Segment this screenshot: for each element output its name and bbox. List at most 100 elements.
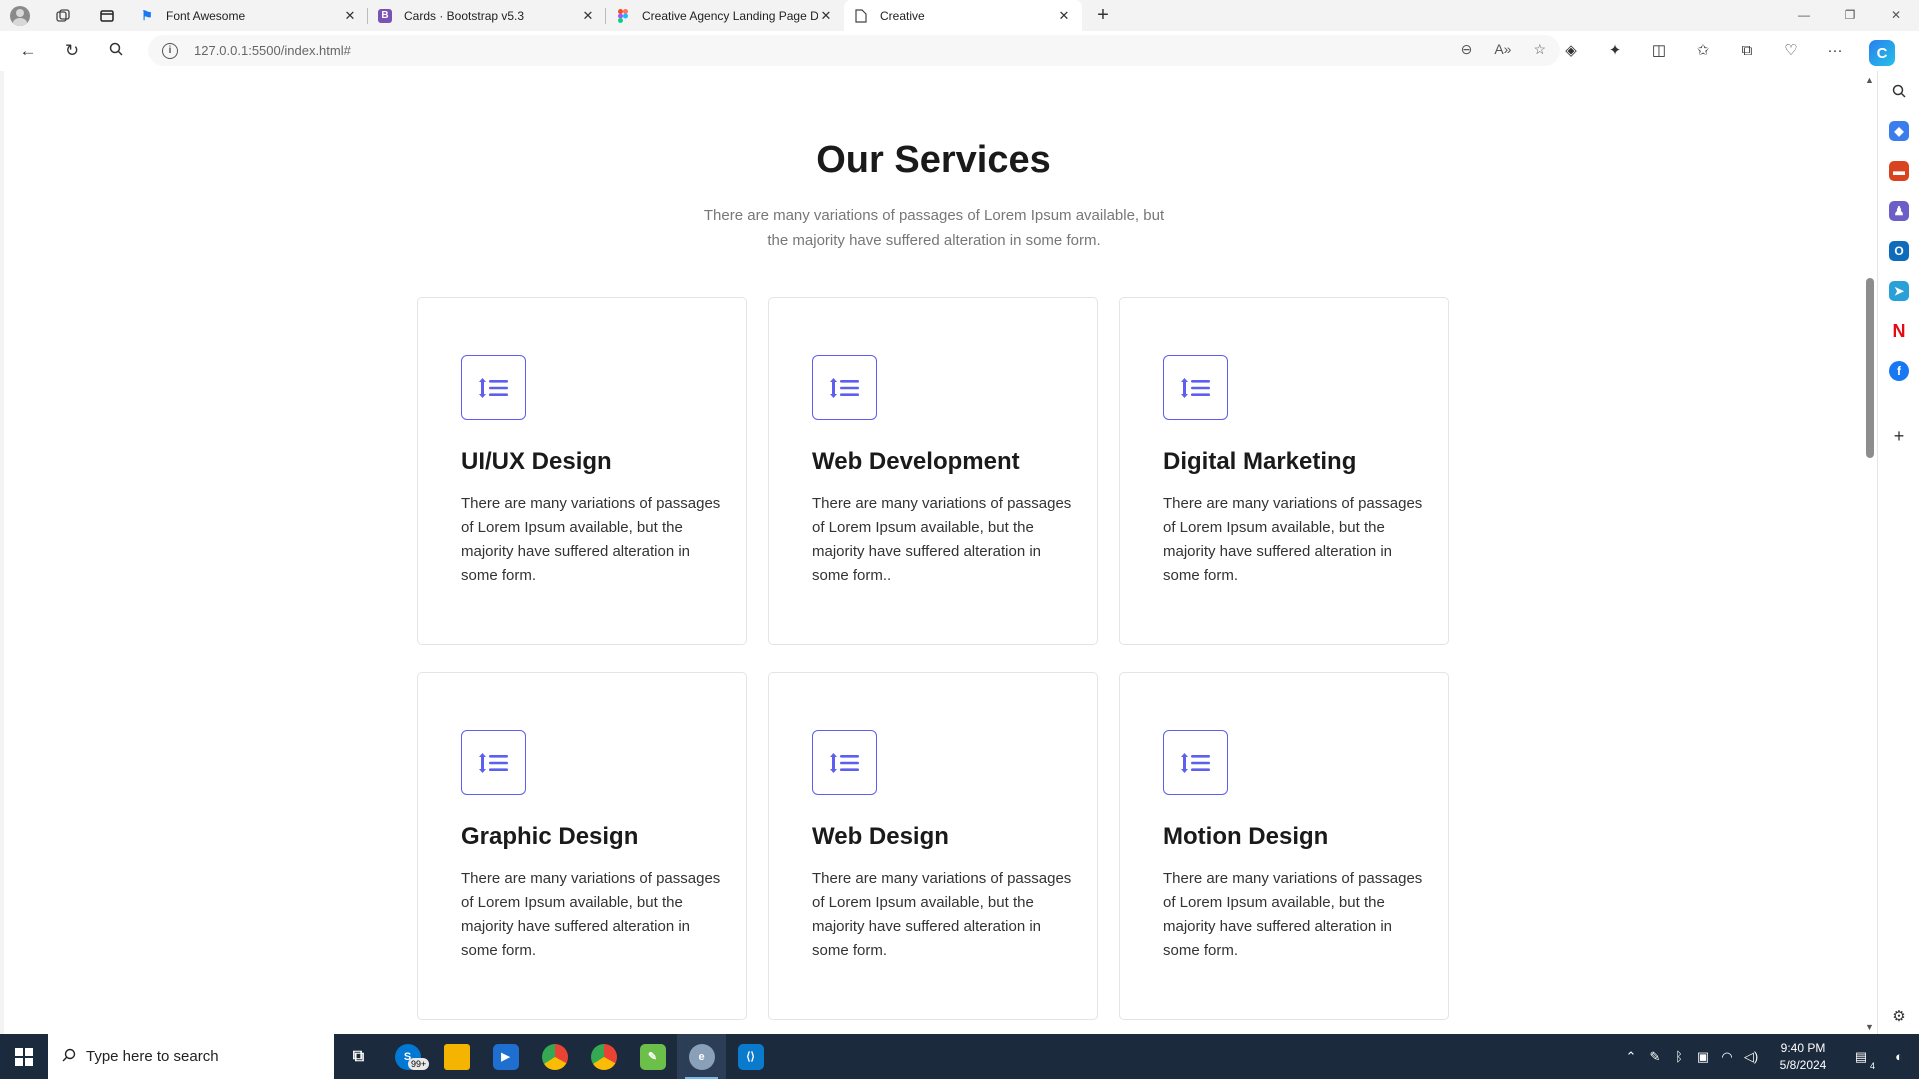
service-description: There are many variations of passages of… (1163, 870, 1423, 959)
vscode-icon[interactable]: ⟨⟩ (726, 1034, 775, 1079)
scroll-down-icon[interactable]: ▼ (1865, 1022, 1874, 1032)
tab-label: Cards · Bootstrap v5.3 (404, 8, 525, 23)
sidebar-add-icon[interactable]: + (1889, 426, 1909, 446)
search-icon[interactable] (94, 41, 138, 61)
tab-creative[interactable]: Creative ✕ (844, 0, 1082, 31)
sidebar-games-icon[interactable]: ♟ (1889, 201, 1909, 221)
search-placeholder: Type here to search (86, 1048, 219, 1065)
tab-label: Creative (880, 8, 925, 23)
sidebar-tools-icon[interactable]: ▬ (1889, 161, 1909, 181)
media-player-icon[interactable]: ▶ (481, 1034, 530, 1079)
close-tab-icon[interactable]: ✕ (818, 8, 834, 24)
bluetooth-icon[interactable]: ᛒ (1667, 1049, 1691, 1064)
sidebar-outlook-icon[interactable]: O (1889, 241, 1909, 261)
service-title: Web Design (812, 823, 949, 850)
sidebar-facebook-icon[interactable]: f (1889, 361, 1909, 381)
sidebar-netflix-icon[interactable]: N (1889, 321, 1909, 341)
favorite-star-icon[interactable]: ☆ (1533, 41, 1546, 58)
zoom-out-icon[interactable]: ⊖ (1461, 41, 1473, 58)
notification-count: 4 (1869, 1060, 1875, 1071)
service-description: There are many variations of passages of… (812, 870, 1072, 959)
split-screen-icon[interactable]: ◫ (1649, 40, 1669, 60)
back-icon[interactable]: ← (6, 41, 50, 61)
bootstrap-favicon-icon: B (378, 8, 392, 23)
close-tab-icon[interactable]: ✕ (342, 8, 358, 24)
browser-essentials-icon[interactable]: ♡ (1781, 40, 1801, 60)
collections-icon[interactable]: ⧉ (1737, 40, 1757, 60)
page-scrollbar[interactable]: ▲ ▼ (1863, 71, 1877, 1034)
list-sort-icon (1163, 730, 1228, 795)
minimize-icon[interactable]: — (1781, 0, 1827, 31)
url-bar[interactable]: i 127.0.0.1:5500/index.html# ⊖ A» ☆ (148, 35, 1560, 66)
notification-badge: 99+ (408, 1058, 430, 1070)
notifications-icon[interactable]: ▤ 4 (1843, 1049, 1879, 1071)
windows-taskbar: Type here to search ⧉ S 99+ ▶ ✎ e ⟨⟩ ⌃ ✎… (0, 1034, 1919, 1079)
list-sort-icon (812, 355, 877, 420)
sidebar-telegram-icon[interactable]: ➤ (1889, 281, 1909, 301)
service-card: Web Design There are many variations of … (768, 672, 1098, 1020)
start-button[interactable] (0, 1047, 48, 1066)
chrome-icon[interactable] (530, 1034, 579, 1079)
sidebar-settings-icon[interactable]: ⚙ (1889, 1006, 1909, 1026)
workspaces-icon[interactable] (52, 5, 74, 27)
figma-favicon-icon (616, 8, 630, 23)
copilot-icon[interactable]: C (1869, 40, 1895, 66)
task-view-icon[interactable]: ⧉ (334, 1034, 383, 1079)
chrome-profile-icon[interactable] (579, 1034, 628, 1079)
clock[interactable]: 9:40 PM 5/8/2024 (1763, 1040, 1843, 1074)
tab-bootstrap-cards[interactable]: B Cards · Bootstrap v5.3 ✕ (368, 0, 606, 31)
restore-icon[interactable]: ❐ (1827, 0, 1873, 31)
service-card: UI/UX Design There are many variations o… (417, 297, 747, 645)
sidebar-shopping-icon[interactable]: ◆ (1889, 121, 1909, 141)
page-viewport: Our Services There are many variations o… (4, 71, 1863, 1034)
meet-now-icon[interactable]: ▣ (1691, 1049, 1715, 1065)
edge-sidebar: ◆ ▬ ♟ O ➤ N f + ⚙ (1877, 71, 1919, 1034)
close-window-icon[interactable]: ✕ (1873, 0, 1919, 31)
copilot-taskbar-icon[interactable]: ◐ (1879, 1049, 1919, 1064)
list-sort-icon (461, 730, 526, 795)
tab-figma-landing[interactable]: Creative Agency Landing Page De ✕ (606, 0, 844, 31)
read-aloud-icon[interactable]: A» (1494, 41, 1511, 58)
service-description: There are many variations of passages of… (461, 495, 721, 584)
service-description: There are many variations of passages of… (1163, 495, 1423, 584)
new-tab-button[interactable]: + (1088, 4, 1118, 27)
service-description: There are many variations of passages of… (461, 870, 721, 959)
service-card: Digital Marketing There are many variati… (1119, 297, 1449, 645)
edge-icon[interactable]: e (677, 1034, 726, 1079)
service-card: Web Development There are many variation… (768, 297, 1098, 645)
list-sort-icon (1163, 355, 1228, 420)
site-info-icon[interactable]: i (162, 42, 178, 59)
scroll-up-icon[interactable]: ▲ (1865, 75, 1874, 85)
scroll-thumb[interactable] (1866, 278, 1874, 458)
service-title: UI/UX Design (461, 448, 612, 475)
volume-icon[interactable]: ◁) (1739, 1049, 1763, 1065)
clock-time: 9:40 PM (1780, 1040, 1826, 1055)
url-text[interactable]: 127.0.0.1:5500/index.html# (194, 43, 351, 58)
tab-actions-icon[interactable] (96, 5, 118, 27)
service-card: Motion Design There are many variations … (1119, 672, 1449, 1020)
pen-icon[interactable]: ✎ (1643, 1049, 1667, 1065)
wifi-icon[interactable]: ◠ (1715, 1049, 1739, 1065)
extension-icon[interactable]: ◈ (1561, 40, 1581, 60)
tab-font-awesome[interactable]: ⚑ Font Awesome ✕ (130, 0, 368, 31)
service-title: Digital Marketing (1163, 448, 1357, 475)
show-hidden-icons-icon[interactable]: ⌃ (1619, 1049, 1643, 1065)
service-card: Graphic Design There are many variations… (417, 672, 747, 1020)
notepad-icon[interactable]: ✎ (628, 1034, 677, 1079)
taskbar-search-field[interactable]: Type here to search (48, 1034, 334, 1079)
close-tab-icon[interactable]: ✕ (580, 8, 596, 24)
list-sort-icon (812, 730, 877, 795)
system-tray: ⌃ ✎ ᛒ ▣ ◠ ◁) 9:40 PM 5/8/2024 ▤ 4 ◐ (1619, 1034, 1919, 1079)
sidebar-search-icon[interactable] (1889, 81, 1909, 101)
file-explorer-icon[interactable] (432, 1034, 481, 1079)
page-favicon-icon (854, 8, 868, 23)
skype-icon[interactable]: S 99+ (383, 1034, 432, 1079)
tab-strip: ⚑ Font Awesome ✕ B Cards · Bootstrap v5.… (0, 0, 1919, 31)
extensions-puzzle-icon[interactable]: ✦ (1605, 40, 1625, 60)
profile-avatar[interactable] (10, 5, 30, 26)
favorites-icon[interactable]: ✩ (1693, 40, 1713, 60)
refresh-icon[interactable]: ↻ (50, 41, 94, 61)
more-menu-icon[interactable]: ··· (1825, 40, 1845, 60)
tab-label: Font Awesome (166, 8, 246, 23)
close-tab-icon[interactable]: ✕ (1056, 8, 1072, 24)
